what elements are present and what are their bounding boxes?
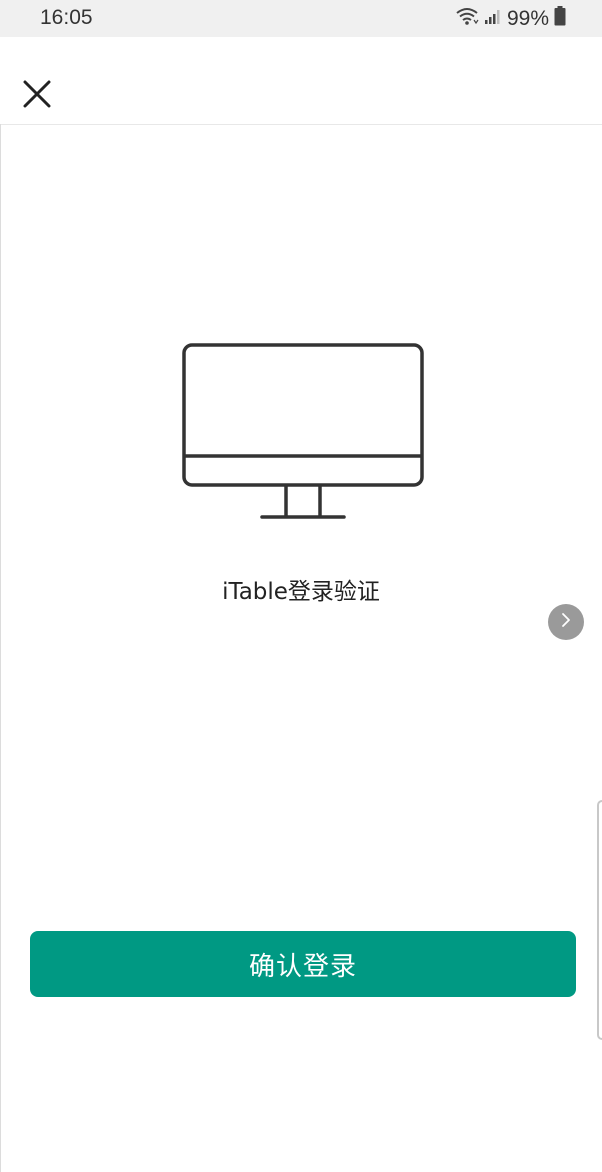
floating-next-button[interactable] xyxy=(548,604,584,640)
battery-icon xyxy=(554,6,566,32)
battery-percent: 99% xyxy=(506,7,549,30)
wifi-icon xyxy=(455,6,479,32)
status-indicators: 99% xyxy=(455,6,566,32)
desktop-monitor-icon xyxy=(182,343,424,523)
login-verification-screen: 16:05 99% iTable登录验证 确认登录 xyxy=(0,0,602,1172)
header-bar xyxy=(0,37,602,125)
signal-icon xyxy=(484,7,502,31)
status-bar: 16:05 99% xyxy=(0,0,602,37)
status-time: 16:05 xyxy=(40,6,93,29)
page-title: iTable登录验证 xyxy=(222,579,380,605)
screen-edge-line xyxy=(0,124,1,1172)
confirm-login-button[interactable]: 确认登录 xyxy=(30,931,576,997)
close-button[interactable] xyxy=(14,73,60,119)
chevron-right-icon xyxy=(559,612,573,632)
close-icon xyxy=(23,80,51,112)
edge-panel-handle[interactable] xyxy=(597,800,602,1040)
